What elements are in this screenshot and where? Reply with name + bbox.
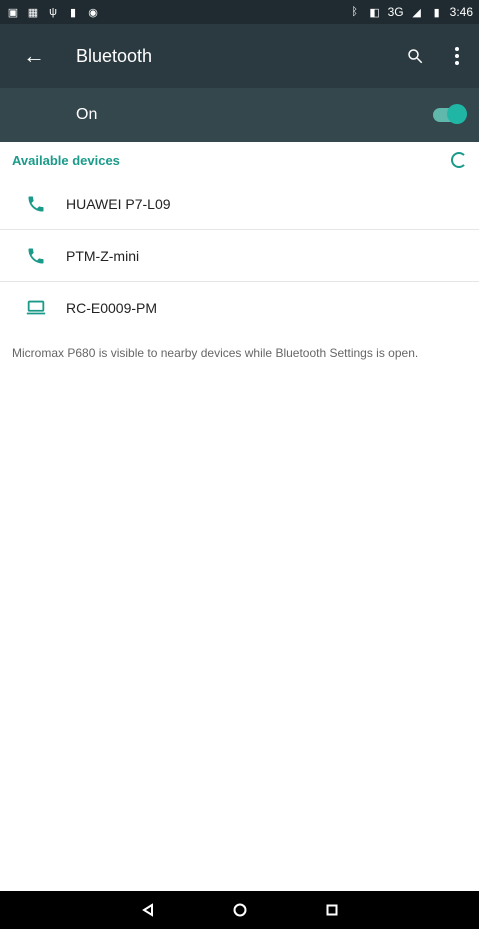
available-devices-header: Available devices: [0, 142, 479, 178]
battery-small-icon: ▮: [69, 6, 77, 19]
device-label: HUAWEI P7-L09: [66, 195, 171, 212]
device-row-huawei[interactable]: HUAWEI P7-L09: [0, 178, 479, 230]
status-right-icons: ᛒ ◧ 3G ◢ ▮ 3:46: [348, 5, 473, 19]
back-arrow-icon[interactable]: ←: [10, 32, 58, 80]
page-title: Bluetooth: [76, 45, 153, 66]
toolbar-actions: [403, 44, 469, 68]
device-label: PTM-Z-mini: [66, 247, 140, 264]
device-row-ptm-z-mini[interactable]: PTM-Z-mini: [0, 230, 479, 282]
nav-home-icon[interactable]: [226, 896, 254, 924]
device-label: RC-E0009-PM: [66, 300, 158, 316]
battery-icon: ▮: [433, 6, 440, 19]
status-bar: ▣ ▦ ψ ▮ ◉ ᛒ ◧ 3G ◢ ▮ 3:46: [0, 0, 479, 24]
switch-knob[interactable]: [447, 104, 467, 124]
app-toolbar: ← Bluetooth: [0, 24, 479, 88]
image-icon: ▣: [7, 6, 19, 19]
laptop-icon: [24, 296, 48, 320]
status-time: 3:46: [449, 5, 473, 19]
network-3g-label: 3G: [387, 5, 404, 19]
refresh-spinner-icon: [451, 152, 467, 168]
colorful-app-icon: ▦: [27, 6, 39, 19]
bluetooth-toggle-bar[interactable]: On: [0, 88, 479, 142]
signal-icon: ◢: [412, 6, 421, 19]
usb-icon: ψ: [49, 6, 57, 18]
nav-back-icon[interactable]: [134, 896, 162, 924]
phone-icon: [24, 192, 48, 216]
available-devices-title: Available devices: [12, 152, 120, 168]
status-left-icons: ▣ ▦ ψ ▮ ◉: [6, 5, 100, 19]
more-vertical-icon[interactable]: [445, 44, 469, 68]
visibility-note: Micromax P680 is visible to nearby devic…: [12, 346, 419, 360]
phone-icon: [24, 244, 48, 268]
navigation-bar: [0, 891, 479, 929]
bluetooth-icon: ᛒ: [351, 6, 358, 18]
devices-list: HUAWEI P7-L09 PTM-Z-mini RC-E0009-PM: [0, 178, 479, 334]
bluetooth-toggle-label: On: [76, 106, 98, 123]
nav-recents-icon[interactable]: [318, 896, 346, 924]
android-icon: ◉: [88, 6, 98, 19]
vibrate-icon: ◧: [369, 6, 380, 19]
device-row-rc-e0009-pm[interactable]: RC-E0009-PM: [0, 282, 479, 334]
search-icon[interactable]: [403, 44, 427, 68]
bluetooth-switch[interactable]: [433, 104, 467, 124]
